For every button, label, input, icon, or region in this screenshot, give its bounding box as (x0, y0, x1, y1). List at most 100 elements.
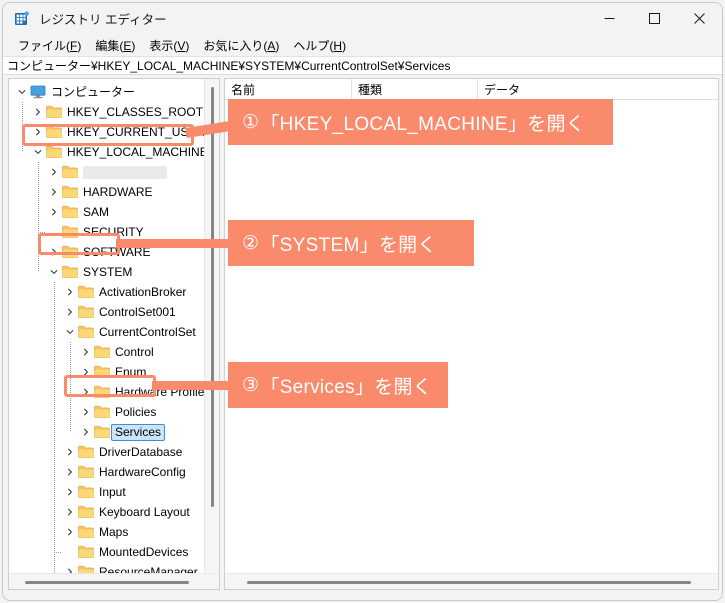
tree-item-sam[interactable]: SAM (9, 202, 205, 222)
chevron-right-icon[interactable] (63, 482, 77, 502)
values-column-header: 名前 種類 データ (225, 79, 718, 100)
folder-icon (93, 362, 111, 382)
tree-horizontal-scroll-thumb[interactable] (25, 581, 189, 584)
chevron-down-icon[interactable] (63, 322, 77, 342)
folder-icon (93, 402, 111, 422)
tree-guide-line (22, 102, 23, 122)
folder-icon (77, 562, 95, 573)
tree-guide-line (38, 182, 39, 202)
tree-item-services[interactable]: Services (9, 422, 205, 442)
tree-item-hardware[interactable]: HARDWARE (9, 182, 205, 202)
tree-item--[interactable]: コンピューター (9, 82, 205, 102)
folder-icon (93, 382, 111, 402)
tree-item-security[interactable]: SECURITY (9, 222, 205, 242)
tree-item-hardwareconfig[interactable]: HardwareConfig (9, 462, 205, 482)
folder-icon (77, 502, 95, 522)
tree-item-input[interactable]: Input (9, 482, 205, 502)
tree-item-system[interactable]: SYSTEM (9, 262, 205, 282)
chevron-right-icon[interactable] (47, 202, 61, 222)
tree-item-mounteddevices[interactable]: MountedDevices (9, 542, 205, 562)
chevron-right-icon[interactable] (63, 442, 77, 462)
maximize-button[interactable] (632, 3, 677, 34)
menu-item-2[interactable]: 表示(V) (142, 37, 196, 54)
chevron-down-icon[interactable] (31, 142, 45, 162)
chevron-right-icon[interactable] (63, 502, 77, 522)
column-header-name[interactable]: 名前 (225, 79, 352, 99)
chevron-right-icon[interactable] (31, 122, 45, 142)
tree-item-resourcemanager[interactable]: ResourceManager (9, 562, 205, 573)
tree-vertical-scroll-thumb[interactable] (211, 87, 214, 507)
tree-item-hkey-classes-root[interactable]: HKEY_CLASSES_ROOT (9, 102, 205, 122)
tree-item-label: MountedDevices (99, 545, 189, 559)
tree-item-label: SYSTEM (83, 265, 133, 279)
chevron-right-icon[interactable] (31, 102, 45, 122)
folder-icon (93, 342, 111, 362)
chevron-right-icon[interactable] (79, 342, 93, 362)
column-header-type[interactable]: 種類 (352, 79, 478, 99)
chevron-right-icon[interactable] (63, 302, 77, 322)
tree-item-label: ResourceManager (99, 565, 198, 573)
tree-item-driverdatabase[interactable]: DriverDatabase (9, 442, 205, 462)
tree-item-label: Hardware Profiles (115, 385, 205, 399)
tree-item-maps[interactable]: Maps (9, 522, 205, 542)
menu-item-0[interactable]: ファイル(F) (11, 37, 88, 54)
tree-item-controlset001[interactable]: ControlSet001 (9, 302, 205, 322)
tree-item-hkey-local-machine[interactable]: HKEY_LOCAL_MACHINE (9, 142, 205, 162)
folder-icon (93, 422, 111, 442)
tree-item-hardware-profiles[interactable]: Hardware Profiles (9, 382, 205, 402)
tree-horizontal-scrollbar[interactable] (9, 573, 219, 589)
column-header-data[interactable]: データ (478, 79, 718, 99)
chevron-right-icon[interactable] (47, 242, 61, 262)
tree-item-policies[interactable]: Policies (9, 402, 205, 422)
chevron-right-icon[interactable] (79, 382, 93, 402)
chevron-right-icon[interactable] (63, 462, 77, 482)
chevron-right-icon[interactable] (47, 162, 61, 182)
chevron-right-icon[interactable] (79, 422, 93, 442)
menu-item-3[interactable]: お気に入り(A) (196, 37, 286, 54)
tree-item-control[interactable]: Control (9, 342, 205, 362)
tree-guide-line (54, 382, 55, 402)
chevron-right-icon[interactable] (79, 402, 93, 422)
tree-item-activationbroker[interactable]: ActivationBroker (9, 282, 205, 302)
minimize-button[interactable] (587, 3, 632, 34)
tree-item-label: HKEY_CLASSES_ROOT (67, 105, 204, 119)
chevron-right-icon[interactable] (63, 282, 77, 302)
tree-guide-line (38, 242, 39, 262)
folder-icon (61, 262, 79, 282)
chevron-right-icon[interactable] (63, 562, 77, 573)
tree-item-label: ActivationBroker (99, 285, 187, 299)
values-list-body[interactable] (225, 101, 718, 572)
folder-icon (77, 282, 95, 302)
tree-item-software[interactable]: SOFTWARE (9, 242, 205, 262)
tree-item-redacted[interactable] (9, 162, 205, 182)
chevron-down-icon[interactable] (47, 262, 61, 282)
folder-icon (77, 322, 95, 342)
values-horizontal-scroll-thumb[interactable] (247, 581, 691, 584)
folder-icon (61, 222, 79, 242)
tree-item-label: Keyboard Layout (99, 505, 190, 519)
close-button[interactable] (677, 3, 722, 34)
tree-item-currentcontrolset[interactable]: CurrentControlSet (9, 322, 205, 342)
folder-icon (61, 182, 79, 202)
chevron-right-icon[interactable] (47, 182, 61, 202)
chevron-down-icon[interactable] (15, 82, 29, 102)
tree-item-label-redacted (83, 165, 167, 179)
tree-item-keyboard-layout[interactable]: Keyboard Layout (9, 502, 205, 522)
tree-item-enum[interactable]: Enum (9, 362, 205, 382)
tree-guide-line (38, 202, 39, 222)
registry-tree-pane: コンピューター HKEY_CLASSES_ROOT HKEY_CURRENT_USE… (8, 78, 220, 590)
window-title: レジストリ エディター (39, 13, 167, 27)
values-horizontal-scrollbar[interactable] (225, 573, 718, 589)
tree-item-hkey-current-user[interactable]: HKEY_CURRENT_USER (9, 122, 205, 142)
tree-guide-line (54, 362, 55, 382)
chevron-placeholder (63, 542, 77, 562)
chevron-right-icon[interactable] (63, 522, 77, 542)
address-bar[interactable]: コンピューター¥HKEY_LOCAL_MACHINE¥SYSTEM¥Curren… (3, 56, 722, 75)
menu-item-1[interactable]: 編集(E) (88, 37, 142, 54)
tree-item-label: DriverDatabase (99, 445, 183, 459)
tree-guide-line (38, 162, 39, 182)
tree-vertical-scrollbar[interactable] (204, 79, 219, 573)
chevron-right-icon[interactable] (79, 362, 93, 382)
tree-item-label: コンピューター (51, 85, 136, 99)
menu-item-4[interactable]: ヘルプ(H) (286, 37, 353, 54)
